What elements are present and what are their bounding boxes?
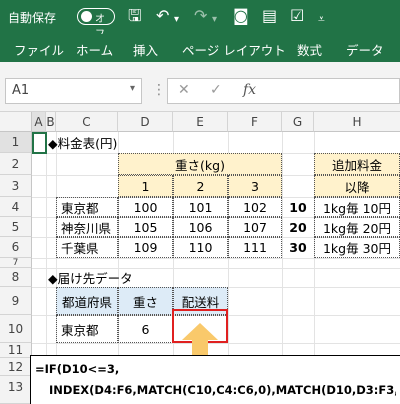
column-header-e[interactable]: E — [173, 112, 228, 132]
cell-d5[interactable]: 105 — [118, 217, 173, 237]
row-header-11[interactable]: 11 — [0, 343, 32, 358]
cell-g4[interactable]: 10 — [282, 197, 314, 217]
column-header-a[interactable]: A — [32, 112, 46, 132]
column-header-c[interactable]: C — [56, 112, 118, 132]
tab-insert[interactable]: 挿入 — [133, 40, 158, 59]
redo-dropdown-icon[interactable]: ▾ — [212, 10, 217, 30]
undo-dropdown-icon[interactable]: ▾ — [174, 10, 179, 30]
form-icon[interactable]: ▤ — [262, 6, 277, 26]
tab-file[interactable]: ファイル — [14, 40, 64, 59]
row-header-1[interactable]: 1 — [0, 132, 32, 153]
column-header-g[interactable]: G — [282, 112, 314, 132]
cell-c4[interactable]: 東京都 — [56, 197, 118, 217]
customize-toolbar-icon[interactable]: ⩡ — [318, 9, 325, 29]
select-all-corner[interactable] — [0, 112, 32, 132]
cell-d6[interactable]: 109 — [118, 237, 173, 258]
callout-line-1: =IF(D10<=3, — [35, 362, 120, 376]
row-header-10[interactable]: 10 — [0, 315, 32, 343]
up-arrow-icon — [182, 323, 218, 358]
formula-bar: A1 ▾ ⋮ ✕ ✓ fx — [0, 72, 400, 112]
cell-b1[interactable]: ◆料金表(円) — [44, 132, 164, 153]
cell-d3[interactable]: 1 — [118, 175, 173, 197]
undo-icon[interactable]: ↶ — [156, 6, 169, 26]
cell-g5[interactable]: 20 — [282, 217, 314, 237]
cell-c6[interactable]: 千葉県 — [56, 237, 118, 258]
row-header-4[interactable]: 4 — [0, 197, 32, 217]
formula-input[interactable]: ✕ ✓ fx — [167, 78, 400, 104]
callout-line-2: INDEX(D4:F6,MATCH(C10,C4:C6,0),MATCH(D10… — [49, 383, 396, 397]
row-header-12[interactable]: 12 — [0, 358, 32, 376]
ribbon-gap — [0, 62, 400, 72]
cell-f3[interactable]: 3 — [228, 175, 282, 197]
cell-g6[interactable]: 30 — [282, 237, 314, 258]
cell-h4[interactable]: 1kg毎 10円 — [314, 197, 400, 217]
cell-f6[interactable]: 111 — [228, 237, 282, 258]
formula-bar-grip-icon[interactable]: ⋮ — [152, 82, 166, 98]
row-header-3[interactable]: 3 — [0, 175, 32, 197]
row-header-2[interactable]: 2 — [0, 153, 32, 175]
ribbon-tabs: ファイル ホーム 挿入 ページ レイアウト 数式 データ — [0, 34, 400, 62]
cell-c5[interactable]: 神奈川県 — [56, 217, 118, 237]
cell-e3[interactable]: 2 — [173, 175, 228, 197]
tab-home[interactable]: ホーム — [76, 40, 113, 59]
row-header-7[interactable]: 7 — [0, 258, 32, 268]
row-header-6[interactable]: 6 — [0, 237, 32, 258]
cell-h3[interactable]: 以降 — [314, 175, 400, 197]
autosave-label: 自動保存 — [8, 11, 57, 25]
column-header-h[interactable]: H — [314, 112, 400, 132]
toggle-knob — [81, 11, 92, 22]
cell-h2[interactable]: 追加料金 — [314, 153, 400, 175]
tab-data[interactable]: データ — [346, 40, 384, 59]
cell-e5[interactable]: 106 — [173, 217, 228, 237]
row-header-8[interactable]: 8 — [0, 268, 32, 287]
autosave-toggle[interactable]: オフ — [77, 8, 115, 40]
chevron-down-icon[interactable]: ▾ — [130, 83, 135, 94]
cell-e4[interactable]: 101 — [173, 197, 228, 217]
tab-page-layout[interactable]: ページ レイアウト — [182, 40, 286, 59]
name-box-value: A1 — [12, 83, 30, 98]
row-header-5[interactable]: 5 — [0, 217, 32, 237]
save-icon[interactable]: 🖫 — [128, 6, 142, 26]
redo-icon[interactable]: ↷ — [194, 6, 207, 26]
row-header-9[interactable]: 9 — [0, 287, 32, 315]
cell-c9[interactable]: 都道府県 — [56, 287, 118, 315]
cancel-icon[interactable]: ✕ — [178, 82, 190, 98]
column-header-b[interactable]: B — [46, 112, 56, 132]
cell-f4[interactable]: 102 — [228, 197, 282, 217]
column-header-d[interactable]: D — [118, 112, 173, 132]
checked-clipboard-icon[interactable]: ☑ — [290, 6, 304, 26]
title-bar: 自動保存 オフ 🖫 ↶ ▾ ↷ ▾ ◙ ▤ ☑ ⩡ — [0, 0, 400, 40]
cell-d9[interactable]: 重さ — [118, 287, 173, 315]
cell-h5[interactable]: 1kg毎 20円 — [314, 217, 400, 237]
row-header-13[interactable]: 13 — [0, 376, 32, 404]
cell-d4[interactable]: 100 — [118, 197, 173, 217]
tab-formulas[interactable]: 数式 — [297, 40, 322, 59]
camera-icon[interactable]: ◙ — [233, 6, 249, 26]
insert-function-icon[interactable]: fx — [243, 82, 256, 98]
gridline — [32, 258, 400, 259]
cell-e6[interactable]: 110 — [173, 237, 228, 258]
cell-c10[interactable]: 東京都 — [56, 315, 118, 343]
cell-d10[interactable]: 6 — [118, 315, 173, 343]
formula-callout: =IF(D10<=3, INDEX(D4:F6,MATCH(C10,C4:C6,… — [30, 355, 400, 404]
cell-h6[interactable]: 1kg毎 30円 — [314, 237, 400, 258]
column-header-f[interactable]: F — [228, 112, 282, 132]
cell-f5[interactable]: 107 — [228, 217, 282, 237]
cell-b8[interactable]: ◆届け先データ — [44, 268, 164, 287]
cell-d2-weight-header[interactable]: 重さ(kg) — [118, 153, 282, 175]
name-box[interactable]: A1 ▾ — [5, 78, 142, 104]
enter-icon[interactable]: ✓ — [210, 82, 222, 98]
